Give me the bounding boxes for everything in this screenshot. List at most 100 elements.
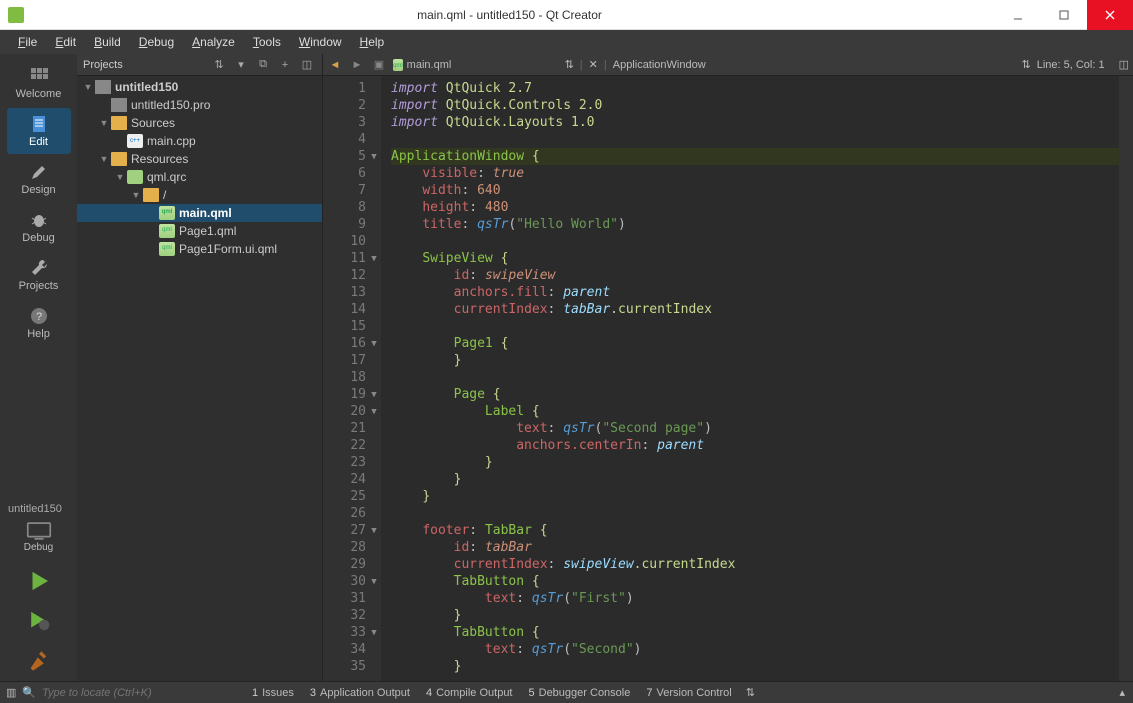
sidebar-toggle-icon[interactable]: ▥ — [6, 686, 16, 699]
code-line[interactable]: } — [391, 352, 1119, 369]
code-line[interactable]: title: qsTr("Hello World") — [391, 216, 1119, 233]
code-line[interactable]: } — [391, 471, 1119, 488]
qrc-icon — [127, 170, 143, 184]
code-line[interactable]: TabButton { — [391, 624, 1119, 641]
line-col-indicator[interactable]: Line: 5, Col: 1 — [1037, 59, 1105, 71]
code-line[interactable]: anchors.fill: parent — [391, 284, 1119, 301]
kit-selector[interactable]: Debug — [9, 517, 69, 557]
menu-build[interactable]: Build — [86, 33, 129, 51]
updown-icon[interactable]: ⇅ — [740, 686, 761, 699]
line-number-gutter[interactable]: 12345▼67891011▼1213141516▼171819▼20▼2122… — [323, 76, 381, 681]
code-line[interactable]: id: swipeView — [391, 267, 1119, 284]
mode-help[interactable]: ? Help — [7, 300, 71, 346]
code-line[interactable]: } — [391, 607, 1119, 624]
locator-input[interactable] — [42, 687, 212, 699]
code-line[interactable]: visible: true — [391, 165, 1119, 182]
code-line[interactable]: text: qsTr("First") — [391, 590, 1119, 607]
code-line[interactable]: Label { — [391, 403, 1119, 420]
tree-item-label: Page1.qml — [179, 224, 236, 238]
code-line[interactable]: Page { — [391, 386, 1119, 403]
code-line[interactable]: ApplicationWindow { — [391, 148, 1119, 165]
menu-file[interactable]: File — [10, 33, 45, 51]
grid-icon — [29, 66, 49, 86]
open-file-selector[interactable]: main.qml — [393, 59, 451, 71]
updown-icon[interactable]: ⇅ — [1022, 58, 1031, 71]
run-button[interactable] — [19, 565, 59, 597]
mode-design[interactable]: Design — [7, 156, 71, 202]
tree-item[interactable]: ▼Resources — [77, 150, 322, 168]
tree-item[interactable]: Page1Form.ui.qml — [77, 240, 322, 258]
link-icon[interactable]: ⧉ — [254, 56, 272, 74]
tree-item[interactable]: Page1.qml — [77, 222, 322, 240]
output-pane-compile-output[interactable]: 4 Compile Output — [418, 687, 521, 699]
menu-window[interactable]: Window — [291, 33, 350, 51]
code-line[interactable] — [391, 505, 1119, 522]
code-line[interactable]: SwipeView { — [391, 250, 1119, 267]
code-text[interactable]: import QtQuick 2.7import QtQuick.Control… — [381, 76, 1119, 681]
code-line[interactable]: import QtQuick 2.7 — [391, 80, 1119, 97]
build-button[interactable] — [19, 645, 59, 677]
output-pane-debugger-console[interactable]: 5 Debugger Console — [521, 687, 639, 699]
breadcrumb[interactable]: ApplicationWindow — [613, 59, 706, 71]
updown-icon[interactable]: ⇅ — [210, 56, 228, 74]
nav-forward-button[interactable]: ► — [349, 59, 365, 71]
tree-item[interactable]: ▼untitled150 — [77, 78, 322, 96]
split-icon[interactable]: ◫ — [298, 56, 316, 74]
code-line[interactable]: text: qsTr("Second page") — [391, 420, 1119, 437]
updown-icon[interactable]: ⇅ — [565, 58, 574, 71]
filter-icon[interactable]: ▾ — [232, 56, 250, 74]
mode-debug[interactable]: Debug — [7, 204, 71, 250]
kit-project-label: untitled150 — [0, 503, 77, 515]
code-line[interactable]: height: 480 — [391, 199, 1119, 216]
tree-item[interactable]: untitled150.pro — [77, 96, 322, 114]
code-line[interactable]: } — [391, 454, 1119, 471]
menu-edit[interactable]: Edit — [47, 33, 84, 51]
code-line[interactable] — [391, 369, 1119, 386]
code-line[interactable] — [391, 318, 1119, 335]
code-line[interactable] — [391, 233, 1119, 250]
code-line[interactable]: TabButton { — [391, 573, 1119, 590]
code-line[interactable]: id: tabBar — [391, 539, 1119, 556]
close-button[interactable] — [1087, 0, 1133, 30]
tree-item[interactable]: main.qml — [77, 204, 322, 222]
project-tree[interactable]: ▼untitled150untitled150.pro▼Sourcesmain.… — [77, 76, 322, 681]
mode-edit[interactable]: Edit — [7, 108, 71, 154]
code-line[interactable]: } — [391, 658, 1119, 675]
code-line[interactable]: width: 640 — [391, 182, 1119, 199]
add-icon[interactable]: + — [276, 56, 294, 74]
code-line[interactable]: import QtQuick.Layouts 1.0 — [391, 114, 1119, 131]
menu-help[interactable]: Help — [352, 33, 393, 51]
tree-item[interactable]: ▼Sources — [77, 114, 322, 132]
minimize-button[interactable] — [995, 0, 1041, 30]
code-line[interactable]: Page1 { — [391, 335, 1119, 352]
output-pane-issues[interactable]: 1 Issues — [244, 687, 302, 699]
mode-welcome[interactable]: Welcome — [7, 60, 71, 106]
close-file-button[interactable]: ✕ — [589, 58, 598, 71]
code-line[interactable]: import QtQuick.Controls 2.0 — [391, 97, 1119, 114]
tree-item[interactable]: main.cpp — [77, 132, 322, 150]
tree-item-label: untitled150.pro — [131, 98, 210, 112]
code-line[interactable]: text: qsTr("Second") — [391, 641, 1119, 658]
code-line[interactable] — [391, 131, 1119, 148]
run-debug-button[interactable] — [19, 605, 59, 637]
expand-icon[interactable]: ▴ — [1111, 686, 1133, 699]
code-line[interactable]: } — [391, 488, 1119, 505]
tree-item[interactable]: ▼/ — [77, 186, 322, 204]
code-line[interactable]: footer: TabBar { — [391, 522, 1119, 539]
code-line[interactable]: currentIndex: tabBar.currentIndex — [391, 301, 1119, 318]
menu-debug[interactable]: Debug — [131, 33, 182, 51]
split-editor-icon[interactable]: ◫ — [1119, 58, 1129, 71]
menu-analyze[interactable]: Analyze — [184, 33, 243, 51]
maximize-button[interactable] — [1041, 0, 1087, 30]
tree-item[interactable]: ▼qml.qrc — [77, 168, 322, 186]
mode-projects[interactable]: Projects — [7, 252, 71, 298]
code-line[interactable]: anchors.centerIn: parent — [391, 437, 1119, 454]
code-line[interactable]: currentIndex: swipeView.currentIndex — [391, 556, 1119, 573]
output-pane-application-output[interactable]: 3 Application Output — [302, 687, 418, 699]
nav-back-button[interactable]: ◄ — [327, 59, 343, 71]
code-editor[interactable]: 12345▼67891011▼1213141516▼171819▼20▼2122… — [323, 76, 1133, 681]
output-pane-version-control[interactable]: 7 Version Control — [638, 687, 739, 699]
bookmark-icon[interactable]: ▣ — [371, 58, 387, 71]
menu-tools[interactable]: Tools — [245, 33, 289, 51]
vertical-scrollbar[interactable] — [1119, 76, 1133, 681]
